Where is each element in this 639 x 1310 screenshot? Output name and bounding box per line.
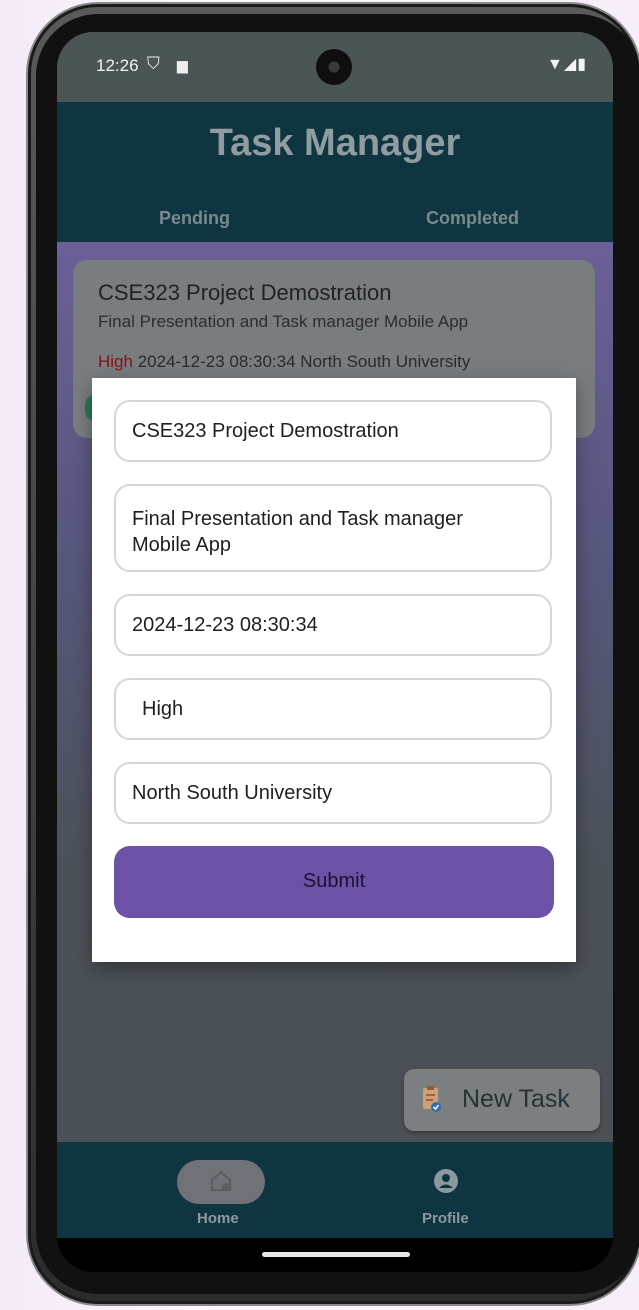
task-priority: High	[98, 352, 133, 371]
task-title-value: CSE323 Project Demostration	[132, 420, 399, 442]
home-gesture-handle[interactable]	[262, 1252, 410, 1257]
edit-task-dialog: CSE323 Project Demostration Final Presen…	[92, 378, 576, 962]
tab-completed[interactable]: Completed	[426, 208, 519, 229]
task-priority-field[interactable]: High	[114, 678, 552, 740]
nav-home-label: Home	[197, 1210, 239, 1227]
app-bar: Task Manager Pending Completed	[57, 102, 613, 242]
nav-profile-label[interactable]: Profile	[422, 1210, 469, 1227]
home-icon	[211, 1170, 231, 1191]
page-title: Task Manager	[209, 122, 461, 164]
gesture-bar	[57, 1238, 613, 1272]
task-datetime-value: 2024-12-23 08:30:34	[132, 614, 318, 636]
new-task-button[interactable]: New Task	[404, 1069, 600, 1131]
shield-icon: ⛉	[147, 54, 160, 73]
task-meta: High 2024-12-23 08:30:34 North South Uni…	[98, 352, 470, 372]
signal-battery-icon: ▼◢▮	[547, 56, 587, 73]
task-location-field[interactable]: North South University	[114, 762, 552, 824]
tab-pending[interactable]: Pending	[159, 208, 230, 229]
task-location-value: North South University	[132, 782, 333, 804]
device-screen: 12:26 ⛉ ▆ ▼◢▮ Task Manager Pending Compl…	[57, 32, 613, 1272]
task-priority-value: High	[142, 698, 184, 720]
task-description: Final Presentation and Task manager Mobi…	[98, 312, 469, 331]
status-bar: 12:26 ⛉ ▆ ▼◢▮	[57, 32, 613, 102]
profile-icon[interactable]	[433, 1168, 459, 1194]
task-title: CSE323 Project Demostration	[98, 280, 392, 305]
bottom-navigation: Home Profile	[57, 1142, 613, 1238]
front-camera	[316, 49, 352, 85]
task-description-value: Final Presentation and Task manager Mobi…	[132, 508, 463, 556]
task-datetime-field[interactable]: 2024-12-23 08:30:34	[114, 594, 552, 656]
nav-home-button[interactable]	[177, 1160, 265, 1204]
new-task-label: New Task	[462, 1085, 570, 1113]
task-datetime: 2024-12-23 08:30:34	[137, 352, 296, 371]
submit-label: Submit	[302, 870, 366, 892]
task-title-field[interactable]: CSE323 Project Demostration	[114, 400, 552, 462]
task-description-field[interactable]: Final Presentation and Task manager Mobi…	[114, 484, 552, 572]
status-time: 12:26	[96, 56, 139, 75]
sd-card-icon: ▆	[177, 57, 188, 73]
clipboard-check-icon	[423, 1086, 441, 1112]
task-location: North South University	[300, 352, 471, 371]
submit-button[interactable]: Submit	[114, 846, 554, 918]
